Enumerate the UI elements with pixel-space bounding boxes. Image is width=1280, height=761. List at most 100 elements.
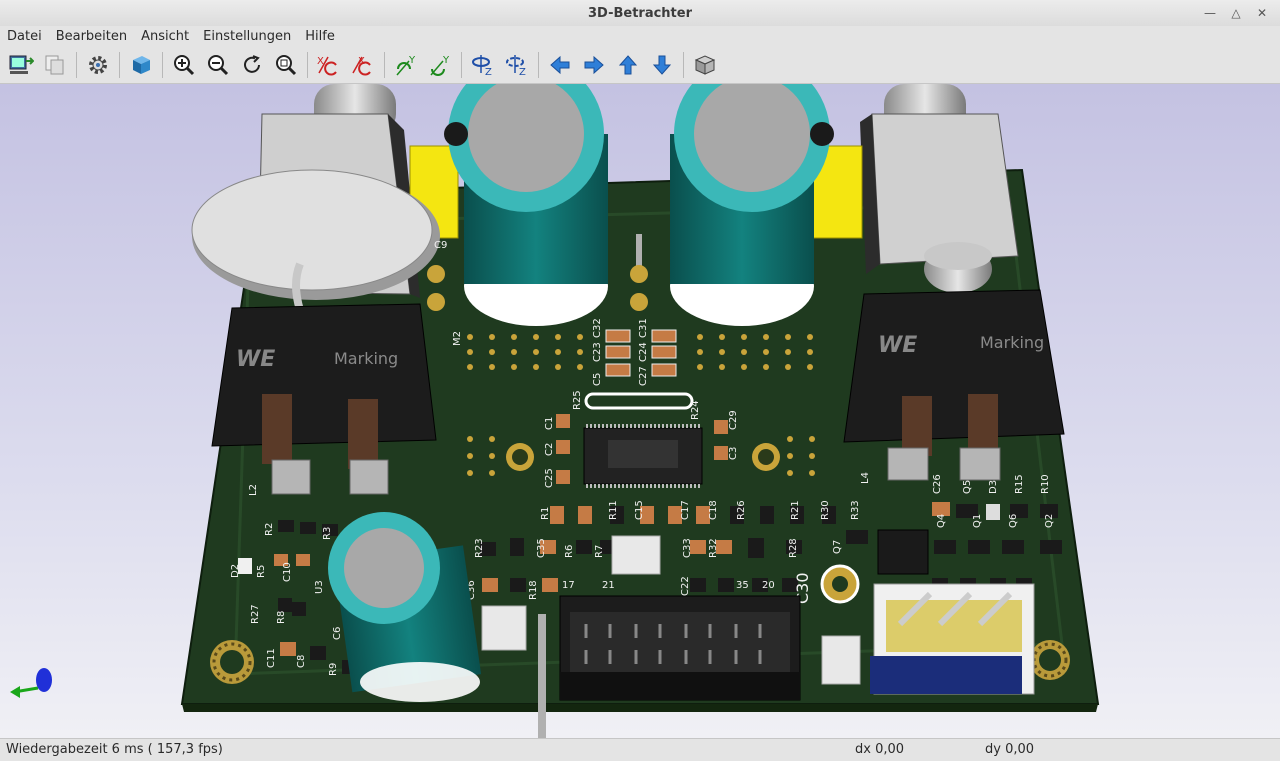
- svg-text:35: 35: [736, 580, 749, 591]
- svg-text:Q4: Q4: [936, 514, 947, 528]
- svg-text:C8: C8: [296, 655, 307, 668]
- svg-text:R26: R26: [736, 500, 747, 520]
- mounting-hole: [1030, 640, 1070, 680]
- svg-text:R2: R2: [264, 523, 275, 536]
- pcb-3d-render: WE Marking WE Marking C9 M2 C5 C23 C32 C…: [10, 84, 1100, 738]
- rotate-z-cw-icon[interactable]: Z: [467, 49, 499, 81]
- axis-gizmo: [10, 668, 52, 698]
- svg-text:R5: R5: [256, 565, 267, 578]
- brand-logo-right: WE: [878, 333, 917, 358]
- svg-text:Q1: Q1: [972, 514, 983, 528]
- copy-3d-image-icon[interactable]: [5, 49, 37, 81]
- close-button[interactable]: ✕: [1252, 3, 1272, 23]
- svg-text:C35: C35: [536, 538, 547, 558]
- svg-text:C23: C23: [592, 342, 603, 362]
- svg-text:C32: C32: [592, 318, 603, 338]
- pan-down-icon[interactable]: [646, 49, 678, 81]
- white-part: [481, 605, 527, 651]
- svg-text:C17: C17: [680, 500, 691, 520]
- svg-text:R7: R7: [594, 545, 605, 558]
- svg-text:R27: R27: [250, 604, 261, 624]
- svg-text:Q2: Q2: [1044, 514, 1055, 528]
- svg-text:R33: R33: [850, 500, 861, 520]
- svg-text:L4: L4: [860, 472, 871, 484]
- wire-lead: [538, 614, 546, 738]
- svg-text:D3: D3: [988, 480, 999, 494]
- svg-text:D2: D2: [230, 564, 241, 578]
- svg-text:C22: C22: [680, 576, 691, 596]
- dy-status: dy 0,00: [985, 742, 1035, 757]
- pan-left-icon[interactable]: [544, 49, 576, 81]
- rotate-z-ccw-icon[interactable]: Z: [501, 49, 533, 81]
- svg-text:C10: C10: [282, 562, 293, 582]
- jst-connector: [870, 583, 1035, 695]
- menu-file[interactable]: Datei: [0, 29, 49, 44]
- svg-text:C3: C3: [728, 447, 739, 460]
- svg-text:R23: R23: [474, 538, 485, 558]
- svg-text:R28: R28: [788, 538, 799, 558]
- electrolytic-capacitor: [670, 84, 834, 326]
- svg-text:20: 20: [762, 580, 775, 591]
- redraw-icon[interactable]: [236, 49, 268, 81]
- svg-text:C27: C27: [638, 366, 649, 386]
- toolbar: X X Y Y Z Z: [0, 46, 1280, 84]
- svg-text:R21: R21: [790, 500, 801, 520]
- ic-chip: [583, 424, 703, 488]
- svg-text:C25: C25: [544, 468, 555, 488]
- audio-jack-right: [871, 113, 1019, 265]
- menu-settings[interactable]: Einstellungen: [196, 29, 298, 44]
- svg-text:C2: C2: [544, 443, 555, 456]
- rotate-y-ccw-icon[interactable]: Y: [424, 49, 456, 81]
- rotate-x-ccw-icon[interactable]: X: [347, 49, 379, 81]
- inductor-marking-left: Marking: [334, 349, 398, 368]
- zoom-in-icon[interactable]: [168, 49, 200, 81]
- svg-text:R3: R3: [322, 527, 333, 540]
- menu-help[interactable]: Hilfe: [298, 29, 342, 44]
- pin-header: [559, 595, 801, 701]
- svg-text:R32: R32: [708, 538, 719, 558]
- svg-text:U3: U3: [314, 580, 325, 594]
- rotate-y-cw-icon[interactable]: Y: [390, 49, 422, 81]
- svg-text:C24: C24: [638, 342, 649, 362]
- svg-text:R9: R9: [328, 663, 339, 676]
- svg-text:C31: C31: [638, 318, 649, 338]
- title-bar: 3D-Betrachter — △ ✕: [0, 0, 1280, 26]
- minimize-button[interactable]: —: [1200, 3, 1220, 23]
- svg-text:R15: R15: [1014, 474, 1025, 494]
- svg-text:C9: C9: [434, 240, 447, 251]
- svg-text:R6: R6: [564, 545, 575, 558]
- status-bar: Wiedergabezeit 6 ms ( 157,3 fps) dx 0,00…: [0, 738, 1280, 761]
- 3d-viewport[interactable]: WE Marking WE Marking C9 M2 C5 C23 C32 C…: [0, 84, 1280, 738]
- menu-bar: Datei Bearbeiten Ansicht Einstellungen H…: [0, 26, 1280, 46]
- svg-text:C33: C33: [682, 538, 693, 558]
- svg-text:Y: Y: [442, 55, 450, 66]
- pan-up-icon[interactable]: [612, 49, 644, 81]
- pan-right-icon[interactable]: [578, 49, 610, 81]
- svg-text:Q6: Q6: [1008, 514, 1019, 528]
- svg-text:R30: R30: [820, 500, 831, 520]
- svg-text:C11: C11: [266, 648, 277, 668]
- svg-text:C6: C6: [332, 627, 343, 640]
- svg-text:Q7: Q7: [832, 540, 843, 554]
- svg-text:R11: R11: [608, 500, 619, 520]
- zoom-fit-icon[interactable]: [270, 49, 302, 81]
- rotate-x-cw-icon[interactable]: X: [313, 49, 345, 81]
- svg-text:R10: R10: [1040, 474, 1051, 494]
- menu-edit[interactable]: Bearbeiten: [49, 29, 134, 44]
- zoom-out-icon[interactable]: [202, 49, 234, 81]
- svg-text:C15: C15: [634, 500, 645, 520]
- svg-text:Z: Z: [519, 67, 526, 77]
- preferences-gear-icon[interactable]: [82, 49, 114, 81]
- white-part: [821, 635, 861, 685]
- ortho-projection-icon[interactable]: [689, 49, 721, 81]
- maximize-button[interactable]: △: [1226, 3, 1246, 23]
- svg-text:M2: M2: [452, 331, 463, 346]
- svg-text:C5: C5: [592, 373, 603, 386]
- svg-text:17: 17: [562, 580, 575, 591]
- menu-view[interactable]: Ansicht: [134, 29, 196, 44]
- svg-text:C1: C1: [544, 417, 555, 430]
- svg-text:Z: Z: [485, 67, 492, 77]
- raytracing-cube-icon[interactable]: [125, 49, 157, 81]
- copy-to-clipboard-icon[interactable]: [39, 49, 71, 81]
- mounting-hole: [210, 640, 254, 684]
